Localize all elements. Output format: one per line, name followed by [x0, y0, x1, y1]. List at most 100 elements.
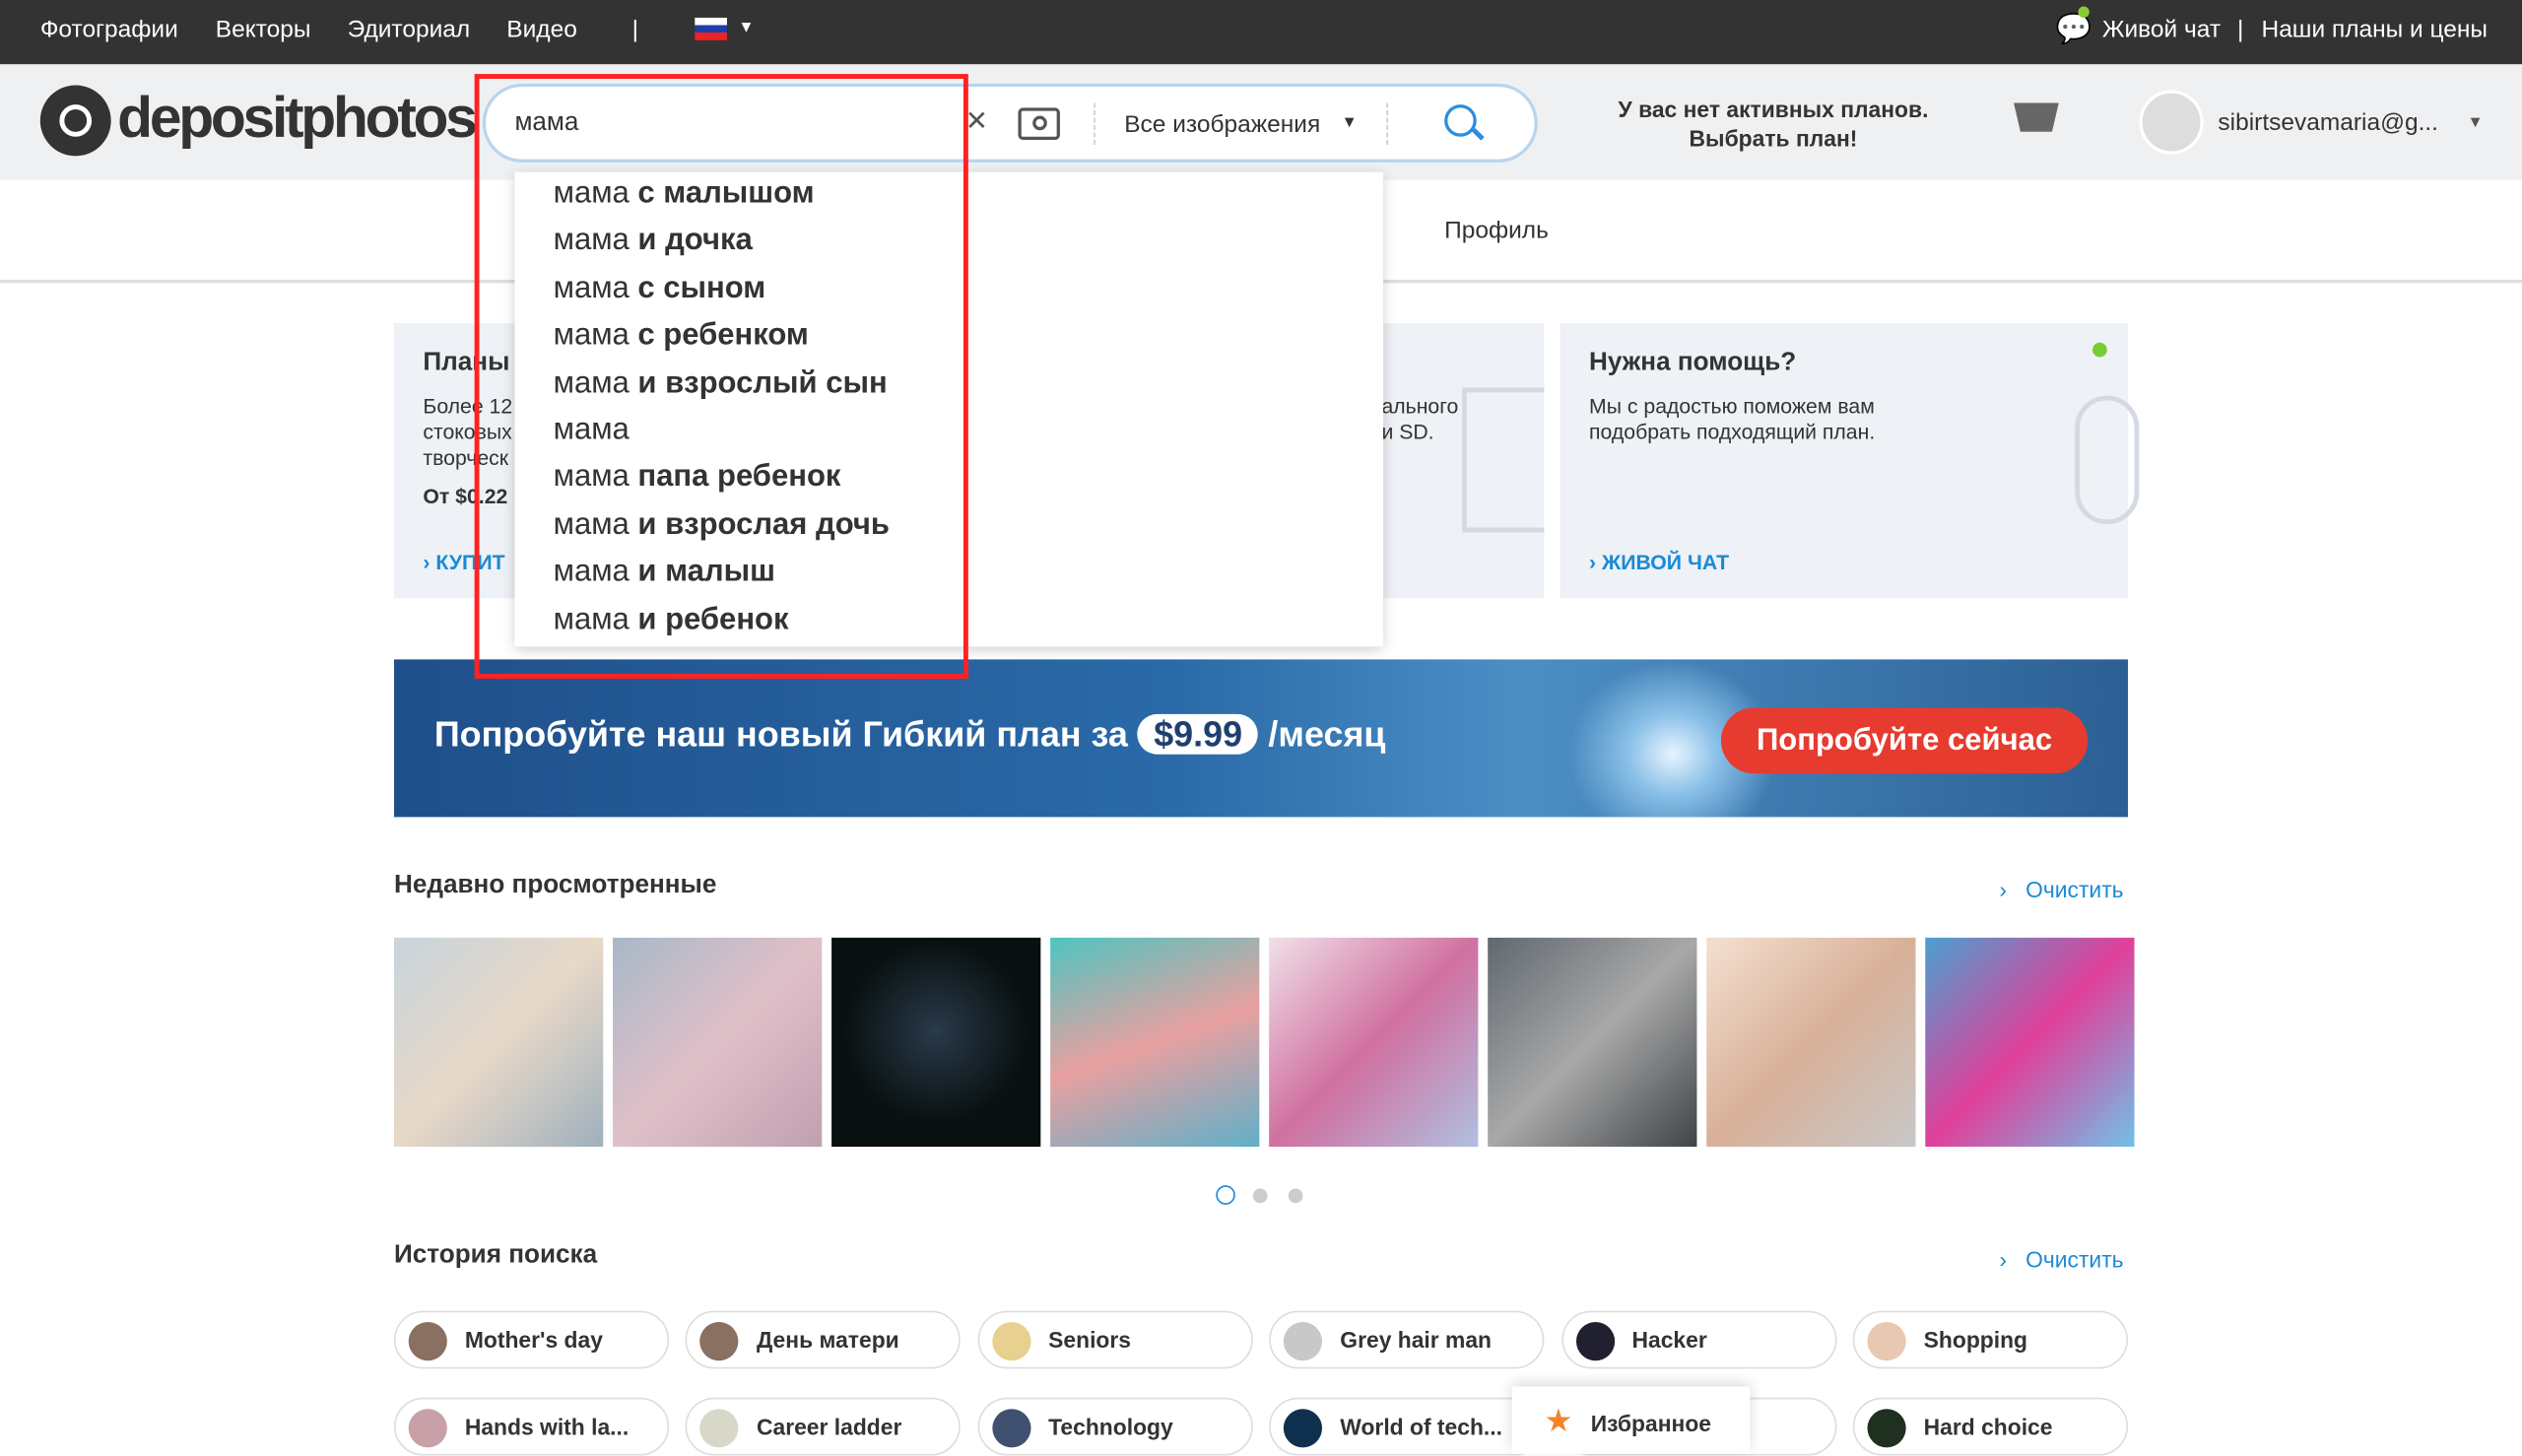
search-history-chip[interactable]: Mother's day: [393, 1310, 670, 1369]
search-history-chip[interactable]: Hard choice: [1852, 1397, 2128, 1456]
suggestion-item[interactable]: мама и малыш: [554, 556, 775, 591]
suggestion-item[interactable]: мама папа ребенок: [554, 461, 841, 496]
thumbnail-icon: [1575, 1322, 1615, 1361]
search-history-chip[interactable]: Grey hair man: [1269, 1310, 1545, 1369]
russian-flag-icon[interactable]: [695, 17, 727, 40]
separator: |: [631, 16, 639, 44]
search-box: мама ✕ Все изображения ▼: [482, 83, 1538, 163]
nav-editorial[interactable]: Эдиториал: [348, 16, 471, 43]
clear-recent-link[interactable]: › Очистить: [1999, 877, 2123, 902]
card-title: Планы: [423, 349, 510, 377]
search-input[interactable]: мама: [514, 109, 578, 138]
nav-video[interactable]: Видео: [506, 16, 577, 43]
online-dot: [2092, 342, 2107, 358]
suggestion-item[interactable]: мама с ребенком: [554, 319, 809, 355]
banner-text: Попробуйте наш новый Гибкий план за $9.9…: [433, 713, 1386, 755]
chevron-down-icon[interactable]: ▼: [2467, 114, 2483, 132]
suggestion-item[interactable]: мама и взрослый сын: [554, 366, 888, 402]
thumbnail-icon: [992, 1322, 1031, 1361]
chip-label: Technology: [1048, 1414, 1173, 1440]
recent-thumbnail[interactable]: [393, 937, 604, 1148]
separator: |: [2237, 16, 2244, 44]
suggestion-item[interactable]: мама и дочка: [554, 225, 753, 260]
camera-icon[interactable]: [1018, 107, 1060, 141]
suggestion-item[interactable]: мама и ребенок: [554, 603, 789, 638]
plans-notice[interactable]: У вас нет активных планов. Выбрать план!: [1609, 95, 1939, 153]
chip-label: World of tech...: [1340, 1414, 1502, 1440]
thumbnail-icon: [408, 1409, 447, 1448]
star-icon: ★: [1544, 1404, 1573, 1440]
thumbnail-icon: [1284, 1322, 1323, 1361]
chip-label: Career ladder: [756, 1414, 902, 1440]
thumbnail-icon: [992, 1409, 1031, 1448]
recent-thumbnail[interactable]: [613, 937, 823, 1148]
cart-icon[interactable]: [2014, 102, 2059, 132]
thumbnail-icon: [1867, 1322, 1906, 1361]
recent-thumbnail[interactable]: [1488, 937, 1697, 1148]
chip-label: Grey hair man: [1340, 1326, 1493, 1354]
image-type-select[interactable]: Все изображения: [1124, 111, 1320, 139]
carousel-dot[interactable]: [1252, 1188, 1268, 1204]
carousel-dot[interactable]: [1288, 1188, 1303, 1204]
search-history-chip[interactable]: Career ladder: [686, 1397, 962, 1456]
recent-thumbnail[interactable]: [831, 937, 1041, 1148]
chip-label: Hard choice: [1923, 1414, 2053, 1440]
nav-photos[interactable]: Фотографии: [40, 16, 178, 43]
search-history-chip[interactable]: День матери: [686, 1310, 962, 1369]
recent-thumbnail[interactable]: [1269, 937, 1479, 1148]
suggestion-item[interactable]: мама с малышом: [554, 177, 815, 213]
favorites-label: Избранное: [1590, 1410, 1712, 1436]
search-history-chip[interactable]: Hands with la...: [393, 1397, 670, 1456]
logo-camera-icon[interactable]: [39, 85, 111, 157]
online-dot: [2078, 6, 2090, 18]
user-email[interactable]: sibirtsevamaria@g...: [2218, 109, 2438, 137]
nav-vectors[interactable]: Векторы: [216, 16, 311, 43]
carousel-dot-active[interactable]: [1216, 1185, 1235, 1205]
video-text: ального и SD.: [1381, 393, 1459, 444]
chip-label: Hands with la...: [464, 1414, 630, 1440]
try-now-button[interactable]: Попробуйте сейчас: [1720, 707, 2089, 774]
buy-link[interactable]: › КУПИТ: [423, 550, 504, 573]
recent-thumbnail[interactable]: [1706, 937, 1916, 1148]
logo[interactable]: depositphotos: [117, 84, 478, 152]
chip-label: Seniors: [1048, 1326, 1132, 1354]
thumbnail-icon: [408, 1322, 447, 1361]
thumbnail-icon: [699, 1409, 740, 1448]
card-title: Нужна помощь?: [1589, 349, 1797, 377]
recent-thumbnail[interactable]: [1050, 937, 1260, 1148]
recent-title: Недавно просмотренные: [393, 871, 717, 899]
avatar[interactable]: [2139, 90, 2204, 155]
recent-thumbnail[interactable]: [1925, 937, 2135, 1148]
profile-tab[interactable]: Профиль: [1444, 217, 1549, 244]
video-film-icon: [1462, 387, 1545, 533]
chip-label: День матери: [756, 1326, 899, 1354]
autocomplete-dropdown: мама с малышом мама и дочка мама с сыном ма…: [514, 171, 1384, 647]
thumbnail-icon: [1867, 1409, 1906, 1448]
chat-icon[interactable]: 💬: [2056, 13, 2092, 46]
chip-label: Shopping: [1923, 1326, 2028, 1354]
search-history-chip[interactable]: Technology: [977, 1397, 1253, 1456]
promo-banner[interactable]: Попробуйте наш новый Гибкий план за $9.9…: [393, 659, 2128, 818]
clear-history-link[interactable]: › Очистить: [1999, 1246, 2123, 1272]
price-badge: $9.99: [1137, 713, 1259, 755]
suggestion-item[interactable]: мама и взрослая дочь: [554, 508, 890, 544]
search-history-chip[interactable]: World of tech...: [1269, 1397, 1545, 1456]
search-history-chip[interactable]: Seniors: [977, 1310, 1253, 1369]
chevron-down-icon[interactable]: ▼: [738, 20, 754, 37]
suggestion-item[interactable]: мама с сыном: [554, 272, 766, 307]
search-history-chip[interactable]: Shopping: [1852, 1310, 2128, 1369]
top-bar: Фотографии Векторы Эдиториал Видео | ▼ 💬…: [0, 0, 2522, 65]
search-history-chip[interactable]: Hacker: [1560, 1310, 1836, 1369]
clear-icon[interactable]: ✕: [965, 106, 988, 139]
suggestion-item[interactable]: мама: [554, 414, 630, 449]
plans-link[interactable]: Наши планы и цены: [2262, 16, 2489, 43]
card-text: Мы с радостью поможем вам подобрать подхо…: [1589, 393, 1876, 444]
chevron-down-icon[interactable]: ▼: [1342, 114, 1358, 132]
live-chat-card-link[interactable]: › ЖИВОЙ ЧАТ: [1589, 550, 1729, 573]
history-title: История поиска: [393, 1241, 598, 1270]
favorites-tab[interactable]: ★ Избранное: [1511, 1386, 1751, 1454]
chip-label: Hacker: [1631, 1326, 1707, 1354]
live-chat-link[interactable]: Живой чат: [2102, 16, 2221, 43]
search-icon[interactable]: [1444, 104, 1485, 141]
card-text: Более 12 стоковых творческ: [423, 393, 513, 470]
